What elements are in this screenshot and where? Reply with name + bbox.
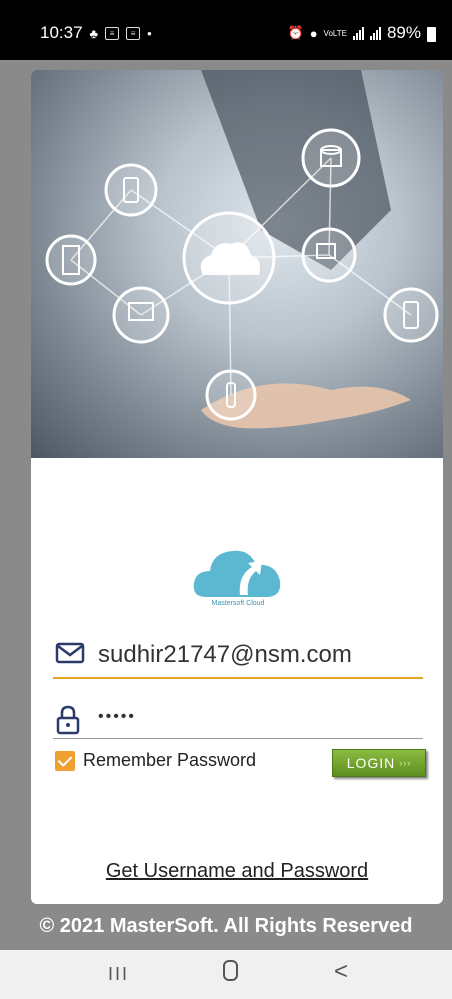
battery-icon bbox=[427, 26, 436, 42]
cloud-network-illustration bbox=[45, 70, 439, 429]
home-button[interactable] bbox=[223, 960, 238, 981]
app-notification-icon-2: ≡ bbox=[126, 26, 141, 40]
logo-caption: Mastersoft Cloud bbox=[211, 600, 265, 607]
notification-icon: ♣ bbox=[89, 25, 99, 41]
login-card: Mastersoft Cloud Remember Password LOGIN… bbox=[31, 70, 443, 904]
status-time: 10:37 bbox=[40, 23, 83, 42]
location-icon: ● bbox=[309, 25, 318, 41]
remember-password[interactable]: Remember Password bbox=[55, 750, 256, 771]
copyright-footer: © 2021 MasterSoft. All Rights Reserved bbox=[39, 915, 413, 937]
arrows-icon: ››› bbox=[399, 758, 412, 768]
signal-icon bbox=[352, 26, 364, 40]
lock-icon bbox=[56, 705, 80, 735]
alarm-icon: ⏰ bbox=[287, 25, 304, 40]
email-input[interactable] bbox=[98, 637, 416, 673]
login-button[interactable]: LOGIN ››› bbox=[332, 749, 426, 777]
status-bar: 10:37 ♣ ≡ ≡ • ⏰ ● VoLTE 89% bbox=[0, 0, 452, 60]
remember-label: Remember Password bbox=[83, 750, 257, 770]
back-button[interactable]: < bbox=[334, 958, 348, 986]
battery-percent: 89% bbox=[386, 23, 421, 42]
remember-checkbox[interactable] bbox=[55, 750, 75, 771]
mail-icon bbox=[55, 642, 85, 664]
password-field[interactable] bbox=[53, 699, 423, 739]
status-right: ⏰ ● VoLTE 89% bbox=[287, 23, 436, 43]
android-nav-bar: III < bbox=[0, 950, 452, 999]
email-field[interactable] bbox=[53, 635, 423, 679]
status-left: 10:37 ♣ ≡ ≡ • bbox=[40, 23, 152, 43]
network-type: VoLTE bbox=[323, 28, 347, 38]
recent-apps-button[interactable]: III bbox=[108, 964, 129, 985]
get-credentials-link[interactable]: Get Username and Password bbox=[31, 860, 443, 883]
password-input[interactable] bbox=[98, 699, 416, 735]
login-button-label: LOGIN bbox=[346, 755, 396, 771]
signal-icon-2 bbox=[369, 26, 381, 40]
dot-icon: • bbox=[147, 25, 152, 41]
hero-image bbox=[31, 70, 443, 458]
app-notification-icon: ≡ bbox=[105, 26, 120, 40]
